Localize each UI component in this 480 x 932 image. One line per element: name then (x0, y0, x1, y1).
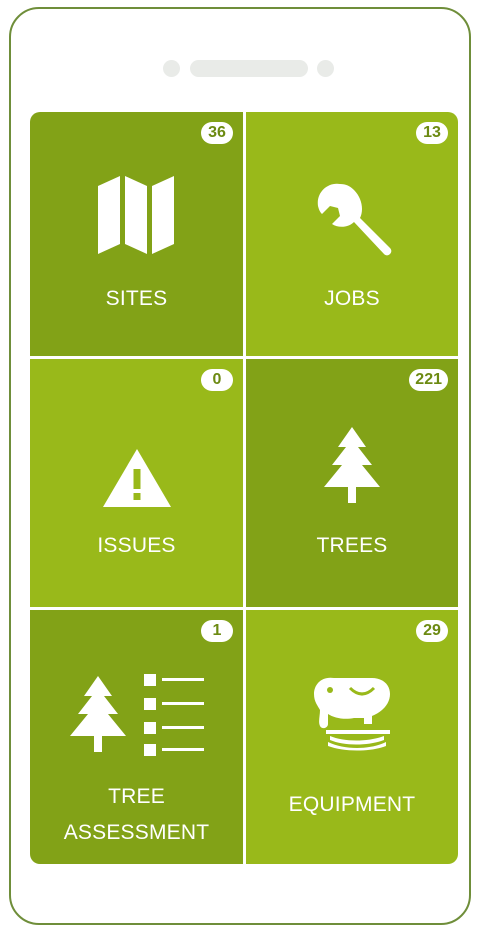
tile-issues[interactable]: 0 ISSUES (30, 359, 246, 610)
jobs-count-badge: 13 (416, 122, 448, 144)
wrench-icon (317, 183, 392, 256)
issues-count-badge: 0 (201, 369, 233, 391)
tile-jobs[interactable]: 13 JOBS (246, 112, 458, 359)
speaker-slot (190, 60, 308, 77)
tree-assessment-label-line2: ASSESSMENT (63, 821, 210, 844)
menu-grid: 36 SITES 13 JOBS 0 ISSUES 221 TREES 1 TR… (30, 112, 458, 864)
jobs-label: JOBS (324, 287, 380, 310)
camera-dot-left (163, 60, 180, 77)
tile-trees[interactable]: 221 TREES (246, 359, 458, 610)
tree-list-icon (69, 674, 204, 756)
trees-count-badge: 221 (409, 369, 448, 391)
tree-icon (324, 427, 380, 503)
tree-assessment-label-line1: TREE (108, 785, 165, 808)
sites-count-badge: 36 (201, 122, 233, 144)
elephant-toy-icon (314, 677, 390, 751)
phone-frame: 36 SITES 13 JOBS 0 ISSUES 221 TREES 1 TR… (9, 7, 471, 925)
tile-sites[interactable]: 36 SITES (30, 112, 246, 359)
map-icon (97, 176, 174, 254)
equipment-count-badge: 29 (416, 620, 448, 642)
tree-assessment-count-badge: 1 (201, 620, 233, 642)
phone-speaker (11, 57, 469, 79)
warning-icon (102, 449, 171, 507)
equipment-label: EQUIPMENT (288, 793, 416, 816)
issues-label: ISSUES (97, 534, 176, 557)
sites-label: SITES (105, 287, 168, 310)
tile-equipment[interactable]: 29 EQUIPMENT (246, 610, 458, 864)
camera-dot-right (317, 60, 334, 77)
tile-tree-assessment[interactable]: 1 TREE ASSESSMENT (30, 610, 246, 864)
trees-label: TREES (316, 534, 388, 557)
